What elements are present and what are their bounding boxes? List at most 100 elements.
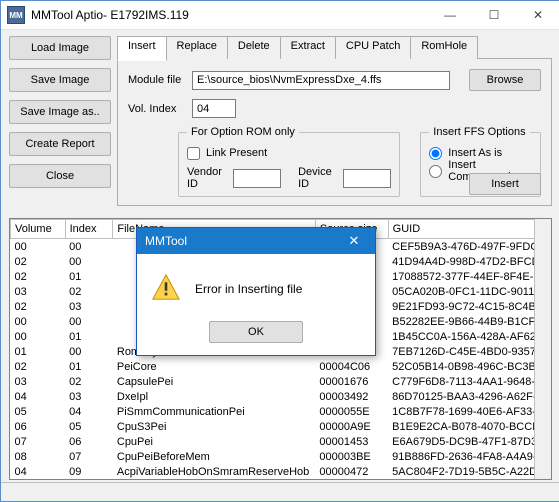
cell-guid: 41D94A4D-998D-47D2-BFCD-4E882… (388, 254, 534, 269)
col-volume[interactable]: Volume (11, 220, 66, 239)
cell-idx: 00 (65, 344, 113, 359)
cell-vol: 02 (11, 254, 66, 269)
cell-idx: 02 (65, 374, 113, 389)
cell-guid: 17088572-377F-44EF-8F4E-B09FF… (388, 269, 534, 284)
tab-delete[interactable]: Delete (227, 36, 281, 60)
cell-guid: 5AC804F2-7D19-5B5C-A22D-FAF4E8… (388, 464, 534, 479)
close-button[interactable]: Close (9, 164, 111, 188)
cell-idx: 06 (65, 434, 113, 449)
tab-replace[interactable]: Replace (166, 36, 228, 60)
dialog-close-button[interactable]: ✕ (333, 228, 375, 254)
maximize-button[interactable]: ☐ (472, 2, 516, 28)
cell-idx: 00 (65, 254, 113, 269)
cell-guid: C779F6D8-7113-4AA1-9648-EB1633… (388, 374, 534, 389)
insert-compressed-input[interactable] (429, 165, 442, 178)
module-file-input[interactable] (192, 71, 450, 90)
top-area: Load Image Save Image Save Image as.. Cr… (9, 36, 552, 206)
cell-vol: 02 (11, 299, 66, 314)
cell-guid: B1E9E2CA-B078-4070-BCCD-87A449… (388, 419, 534, 434)
insert-panel: Module file Browse Vol. Index For Option… (117, 59, 552, 206)
vertical-scrollbar[interactable] (534, 219, 551, 479)
link-present-checkbox[interactable]: Link Present (187, 144, 391, 162)
cell-guid: B52282EE-9B66-44B9-B1CF-7E5040… (388, 314, 534, 329)
cell-idx: 09 (65, 464, 113, 479)
cell-fn: PiSmmCommunicationPei (113, 404, 316, 419)
cell-fn: CpuPeiBeforeMem (113, 449, 316, 464)
device-id-input[interactable] (343, 169, 391, 188)
device-id-label: Device ID (298, 166, 337, 190)
cell-guid: 05CA020B-0FC1-11DC-9011-001731… (388, 284, 534, 299)
cell-fn: CpuS3Pei (113, 419, 316, 434)
table-row[interactable]: 0807CpuPeiBeforeMem000003BE91B886FD-2636… (11, 449, 535, 464)
cell-idx: 04 (65, 404, 113, 419)
action-buttons: Load Image Save Image Save Image as.. Cr… (9, 36, 111, 206)
cell-guid: 86D70125-BAA3-4296-A62F-602BE8… (388, 389, 534, 404)
col-index[interactable]: Index (65, 220, 113, 239)
tab-extract[interactable]: Extract (280, 36, 336, 60)
link-present-input[interactable] (187, 147, 200, 160)
cell-idx: 01 (65, 329, 113, 344)
dialog-ok-button[interactable]: OK (209, 321, 303, 343)
table-row[interactable]: 0605CpuS3Pei00000A9EB1E9E2CA-B078-4070-B… (11, 419, 535, 434)
table-row[interactable]: 0409AcpiVariableHobOnSmramReserveHob0000… (11, 464, 535, 479)
vendor-id-label: Vendor ID (187, 166, 227, 190)
cell-vol: 03 (11, 374, 66, 389)
vol-index-input[interactable] (192, 99, 236, 118)
minimize-button[interactable]: — (428, 2, 472, 28)
option-rom-group: For Option ROM only Link Present Vendor … (178, 126, 400, 197)
cell-idx: 02 (65, 284, 113, 299)
cell-src: 00000A9E (315, 419, 388, 434)
app-icon: MM (7, 6, 25, 24)
tab-area: Insert Replace Delete Extract CPU Patch … (117, 36, 552, 206)
cell-src: 00003492 (315, 389, 388, 404)
cell-guid: 52C05B14-0B98-496C-BC3B-04B502… (388, 359, 534, 374)
cell-idx: 00 (65, 314, 113, 329)
table-row[interactable]: 0504PiSmmCommunicationPei0000055E1C8B7F7… (11, 404, 535, 419)
cell-guid: E6A679D5-DC9B-47F1-87D3-51BF69… (388, 434, 534, 449)
insert-as-is-label: Insert As is (448, 147, 502, 159)
browse-button[interactable]: Browse (469, 69, 541, 91)
main-window: MM MMTool Aptio- E1792IMS.119 — ☐ ✕ Load… (0, 0, 559, 502)
save-image-as-button[interactable]: Save Image as.. (9, 100, 111, 124)
link-present-label: Link Present (206, 147, 267, 159)
table-row[interactable]: 0302CapsulePei00001676C779F6D8-7113-4AA1… (11, 374, 535, 389)
insert-button[interactable]: Insert (469, 173, 541, 195)
cell-vol: 00 (11, 314, 66, 329)
cell-src: 00001676 (315, 374, 388, 389)
table-row[interactable]: 0706CpuPei00001453E6A679D5-DC9B-47F1-87D… (11, 434, 535, 449)
tab-insert[interactable]: Insert (117, 36, 167, 61)
create-report-button[interactable]: Create Report (9, 132, 111, 156)
dialog-titlebar: MMTool ✕ (137, 228, 375, 254)
load-image-button[interactable]: Load Image (9, 36, 111, 60)
module-file-label: Module file (128, 74, 192, 86)
insert-as-is-input[interactable] (429, 147, 442, 160)
window-title: MMTool Aptio- E1792IMS.119 (31, 8, 428, 22)
cell-vol: 01 (11, 344, 66, 359)
cell-vol: 06 (11, 419, 66, 434)
cell-vol: 00 (11, 239, 66, 255)
window-controls: — ☐ ✕ (428, 2, 559, 28)
cell-idx: 01 (65, 359, 113, 374)
table-row[interactable]: 0403DxeIpl0000349286D70125-BAA3-4296-A62… (11, 389, 535, 404)
cell-vol: 03 (11, 284, 66, 299)
cell-idx: 03 (65, 389, 113, 404)
col-guid[interactable]: GUID (388, 220, 534, 239)
warning-icon (151, 272, 181, 305)
save-image-button[interactable]: Save Image (9, 68, 111, 92)
cell-guid: CEF5B9A3-476D-497F-9FDC-E98143… (388, 239, 534, 255)
cell-guid: 1C8B7F78-1699-40E6-AF33-9B995D… (388, 404, 534, 419)
close-window-button[interactable]: ✕ (516, 2, 559, 28)
cell-guid: 1B45CC0A-156A-428A-AF62-49864D… (388, 329, 534, 344)
dialog-message: Error in Inserting file (195, 282, 302, 296)
option-rom-legend: For Option ROM only (187, 126, 299, 138)
tabstrip: Insert Replace Delete Extract CPU Patch … (117, 36, 552, 59)
cell-idx: 05 (65, 419, 113, 434)
table-row[interactable]: 0201PeiCore00004C0652C05B14-0B98-496C-BC… (11, 359, 535, 374)
titlebar: MM MMTool Aptio- E1792IMS.119 — ☐ ✕ (1, 1, 559, 30)
cell-src: 000003BE (315, 449, 388, 464)
cell-fn: DxeIpl (113, 389, 316, 404)
cell-idx: 07 (65, 449, 113, 464)
vendor-id-input[interactable] (233, 169, 281, 188)
tab-romhole[interactable]: RomHole (410, 36, 478, 60)
tab-cpu-patch[interactable]: CPU Patch (335, 36, 411, 60)
